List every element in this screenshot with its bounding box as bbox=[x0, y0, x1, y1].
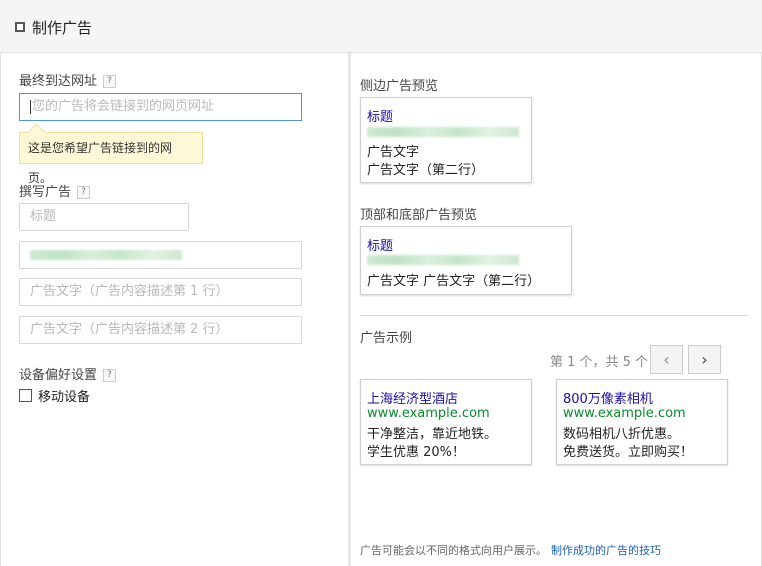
headline-input[interactable]: 标题 bbox=[19, 203, 189, 231]
display-url-input[interactable] bbox=[19, 241, 302, 269]
example-ad-card: 800万像素相机 www.example.com 数码相机八折优惠。 免费送货。… bbox=[556, 379, 728, 465]
page-title: 制作广告 bbox=[32, 19, 93, 37]
side-ad-preview: 标题 广告文字 广告文字（第二行） bbox=[360, 97, 532, 183]
panel-divider bbox=[348, 53, 351, 566]
prev-example-button[interactable]: ‹ bbox=[650, 345, 683, 374]
next-example-button[interactable]: › bbox=[688, 345, 721, 374]
example-line2: 免费送货。立即购买！ bbox=[563, 445, 694, 460]
help-icon[interactable]: ? bbox=[103, 369, 117, 382]
preview-line1: 广告文字 广告文字（第二行） bbox=[367, 274, 541, 289]
description-line1-input[interactable]: 广告文字（广告内容描述第 1 行） bbox=[19, 278, 302, 306]
footer-note: 广告可能会以不同的格式向用户展示。 制作成功的广告的技巧 bbox=[360, 544, 661, 557]
chevron-right-icon: › bbox=[701, 350, 708, 369]
write-ad-label: 撰写广告? bbox=[19, 181, 91, 200]
help-icon[interactable]: ? bbox=[103, 75, 117, 88]
example-url: www.example.com bbox=[367, 406, 490, 421]
left-border bbox=[0, 53, 1, 566]
text-cursor bbox=[30, 99, 31, 114]
example-title: 上海经济型酒店 bbox=[367, 392, 459, 407]
final-url-tooltip: 这是您希望广告链接到的网页。 bbox=[19, 132, 203, 185]
mobile-device-checkbox[interactable] bbox=[19, 389, 32, 402]
ad-examples-label: 广告示例 bbox=[360, 331, 413, 346]
mobile-device-label[interactable]: 移动设备 bbox=[38, 386, 90, 405]
preview-title: 标题 bbox=[367, 110, 394, 125]
page-header: 制作广告 bbox=[0, 0, 762, 53]
blurred-display-url bbox=[30, 250, 182, 260]
final-url-input[interactable]: 您的广告将会链接到的网页网址 bbox=[19, 93, 302, 121]
description-line2-input[interactable]: 广告文字（广告内容描述第 2 行） bbox=[19, 316, 302, 344]
pager-status: 第 1 个，共 5 个 bbox=[550, 355, 649, 370]
side-preview-label: 侧边广告预览 bbox=[360, 79, 439, 94]
example-title: 800万像素相机 bbox=[563, 392, 653, 407]
blurred-url bbox=[367, 255, 519, 265]
chevron-left-icon: ‹ bbox=[663, 350, 670, 369]
ad-tips-link[interactable]: 制作成功的广告的技巧 bbox=[551, 544, 661, 557]
preview-title: 标题 bbox=[367, 239, 394, 254]
example-line1: 干净整洁，靠近地铁。 bbox=[367, 427, 498, 442]
example-ad-card: 上海经济型酒店 www.example.com 干净整洁，靠近地铁。 学生优惠 … bbox=[360, 379, 532, 465]
example-line2: 学生优惠 20%！ bbox=[367, 445, 466, 460]
preview-line1: 广告文字 bbox=[367, 145, 420, 160]
example-line1: 数码相机八折优惠。 bbox=[563, 427, 681, 442]
final-url-label: 最终到达网址? bbox=[19, 70, 117, 89]
section-divider bbox=[360, 315, 749, 316]
square-icon bbox=[15, 22, 25, 32]
preview-line2: 广告文字（第二行） bbox=[367, 163, 485, 178]
example-url: www.example.com bbox=[563, 406, 686, 421]
device-preference-label: 设备偏好设置? bbox=[19, 364, 117, 383]
top-bottom-preview-label: 顶部和底部广告预览 bbox=[360, 208, 478, 223]
help-icon[interactable]: ? bbox=[77, 186, 91, 199]
top-bottom-ad-preview: 标题 广告文字 广告文字（第二行） bbox=[360, 226, 572, 295]
blurred-url bbox=[367, 127, 519, 137]
